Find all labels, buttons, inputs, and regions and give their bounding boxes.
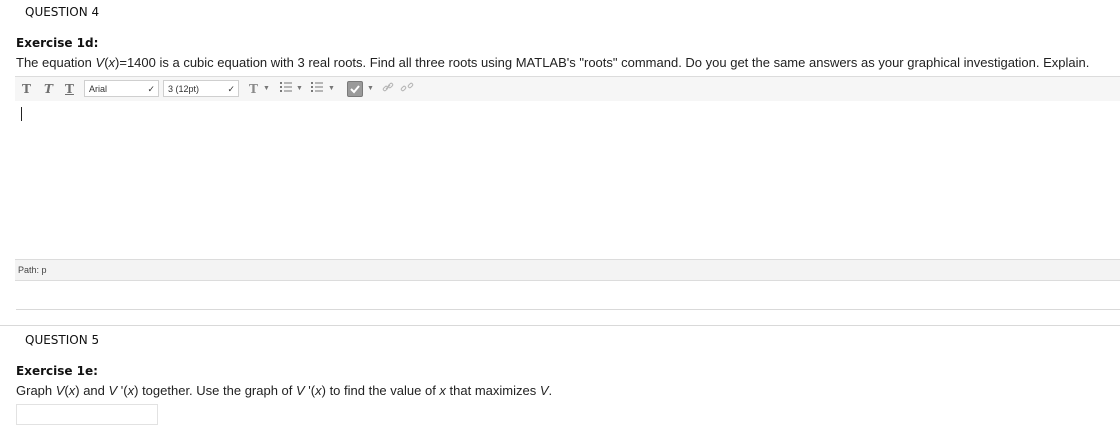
bullet-list-dropdown-icon[interactable]: ▼ (296, 81, 303, 97)
chevron-down-icon: ✓ (147, 84, 155, 94)
spellcheck-icon[interactable] (347, 81, 363, 97)
italic-button[interactable]: T (44, 81, 53, 97)
font-size-value: 3 (12pt) (168, 84, 200, 94)
question-4-header: QUESTION 4 (25, 5, 100, 19)
chevron-down-icon: ✓ (227, 84, 235, 94)
question-divider (16, 309, 1120, 310)
editor-toolbar: T T T Arial ✓ 3 (12pt) ✓ T ▼ ▼ ▼ ▼ (15, 76, 1120, 102)
exercise-1e-title: Exercise 1e: (16, 364, 98, 378)
text-caret (21, 107, 22, 121)
question-5-header: QUESTION 5 (25, 333, 100, 347)
bullet-list-icon[interactable] (280, 81, 292, 97)
exercise-1e-text: Graph V(x) and V '(x) together. Use the … (16, 383, 553, 398)
font-size-select[interactable]: 3 (12pt) ✓ (163, 80, 239, 97)
path-label: Path: p (18, 265, 47, 275)
numbered-list-icon[interactable] (311, 81, 323, 97)
editor-path-bar: Path: p (15, 259, 1120, 281)
link-icon[interactable] (382, 81, 394, 97)
answer-input-box[interactable] (16, 404, 158, 425)
underline-button[interactable]: T (65, 81, 74, 97)
numbered-list-dropdown-icon[interactable]: ▼ (328, 81, 335, 97)
text-color-dropdown-icon[interactable]: ▼ (263, 81, 270, 97)
font-family-value: Arial (89, 84, 108, 94)
font-family-select[interactable]: Arial ✓ (84, 80, 159, 97)
unlink-icon[interactable] (400, 81, 414, 97)
exercise-1d-text: The equation V(x)=1400 is a cubic equati… (16, 55, 1090, 70)
exercise-1d-title: Exercise 1d: (16, 36, 99, 50)
bold-button[interactable]: T (22, 81, 31, 97)
section-divider (0, 325, 1120, 326)
spellcheck-dropdown-icon[interactable]: ▼ (367, 81, 374, 97)
editor-text-area[interactable] (15, 101, 1120, 259)
text-color-button[interactable]: T (249, 81, 258, 97)
answer-editor: T T T Arial ✓ 3 (12pt) ✓ T ▼ ▼ ▼ ▼ Path:… (15, 76, 1120, 281)
